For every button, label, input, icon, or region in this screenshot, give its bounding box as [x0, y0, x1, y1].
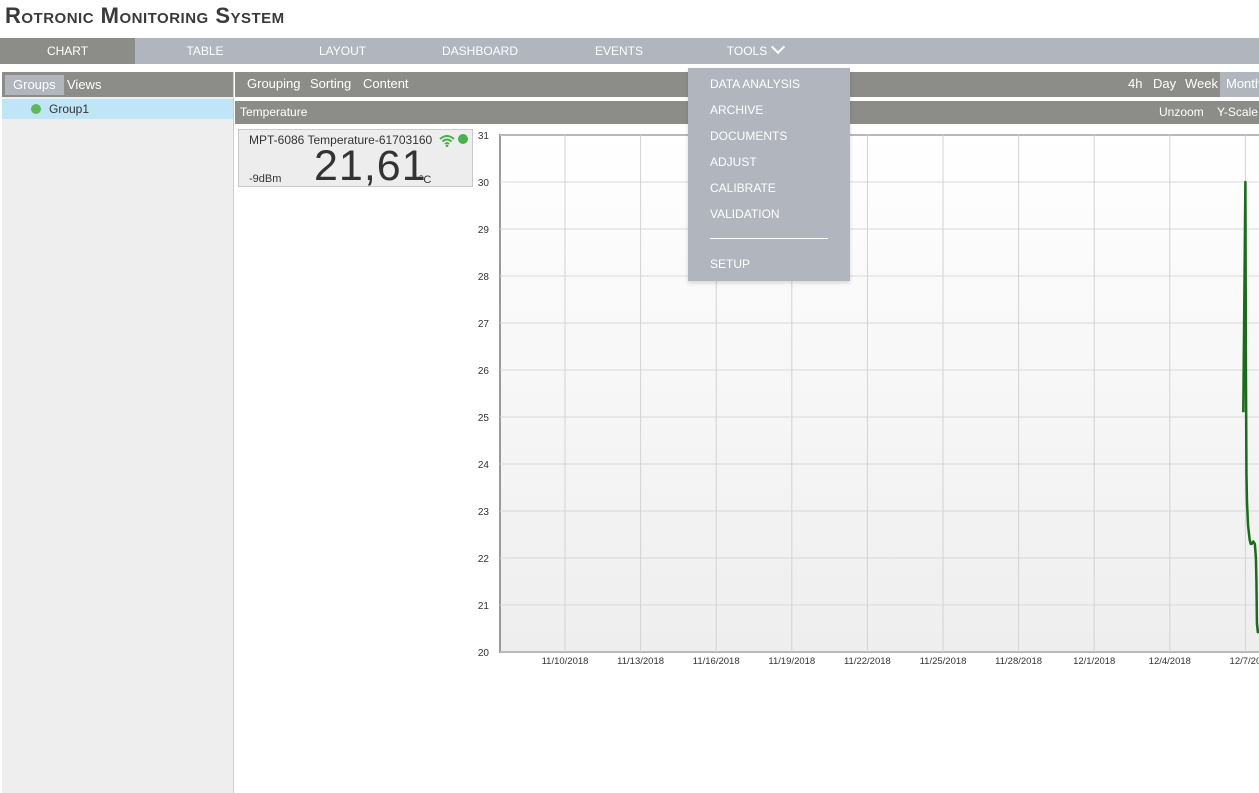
menu-item-adjust[interactable]: ADJUST: [710, 155, 757, 169]
sensor-unit: °C: [419, 174, 432, 186]
menu-item-validation[interactable]: VALIDATION: [710, 207, 780, 221]
x-tick-label: 11/28/2018: [995, 656, 1042, 667]
y-tick-label: 21: [478, 601, 490, 612]
nav-tab-events[interactable]: EVENTS: [585, 38, 653, 64]
group-status-icon: [31, 104, 41, 114]
chevron-down-icon: [771, 39, 786, 55]
nav-tab-chart[interactable]: CHART: [0, 38, 135, 64]
y-axis-ticks: 20 21 22 23 24 25 26 27 28 29 30 31: [478, 131, 490, 659]
x-tick-label: 11/10/2018: [542, 656, 589, 667]
y-tick-label: 30: [478, 178, 490, 189]
nav-tab-layout[interactable]: LAYOUT: [305, 38, 380, 64]
sensor-card[interactable]: MPT-6086 Temperature-61703160 -9dBm 21,6…: [238, 129, 473, 190]
x-tick-label: 11/16/2018: [693, 656, 740, 667]
tab-groups[interactable]: Groups: [5, 75, 64, 95]
group-item[interactable]: Group1: [2, 99, 233, 119]
nav-tab-dashboard[interactable]: DASHBOARD: [435, 38, 525, 64]
y-tick-label: 26: [478, 366, 490, 377]
y-tick-label: 23: [478, 507, 490, 518]
x-tick-label: 11/25/2018: [920, 656, 967, 667]
menu-divider: [710, 238, 828, 239]
tools-dropdown-menu: DATA ANALYSIS ARCHIVE DOCUMENTS ADJUST C…: [688, 68, 850, 281]
signal-strength: -9dBm: [249, 173, 282, 185]
chart-title: Temperature: [240, 105, 308, 119]
y-tick-label: 20: [478, 648, 490, 659]
plot-area: [499, 134, 1259, 653]
y-tick-label: 25: [478, 413, 490, 424]
range-4h-button[interactable]: 4h: [1128, 72, 1142, 97]
group-name: Group1: [49, 102, 90, 116]
x-tick-label: 11/13/2018: [617, 656, 664, 667]
menu-item-data-analysis[interactable]: DATA ANALYSIS: [710, 77, 800, 91]
y-tick-label: 29: [478, 225, 490, 236]
x-tick-label: 11/19/2018: [768, 656, 815, 667]
y-tick-label: 31: [478, 131, 490, 142]
y-tick-label: 24: [478, 460, 490, 471]
x-tick-label: 12/4/2018: [1149, 656, 1191, 667]
menu-item-setup[interactable]: SETUP: [710, 257, 750, 271]
x-tick-label: 12/7/20: [1230, 656, 1259, 667]
app-title: Rotronic Monitoring System: [5, 3, 285, 28]
sorting-button[interactable]: Sorting: [310, 72, 351, 97]
sensor-status-icon: [458, 134, 468, 144]
menu-item-archive[interactable]: ARCHIVE: [710, 103, 763, 117]
groups-panel: Groups Views Group1: [2, 72, 234, 793]
y-tick-label: 27: [478, 319, 490, 330]
x-axis-ticks: 11/10/2018 11/13/2018 11/16/2018 11/19/2018…: [542, 656, 1259, 667]
tab-views[interactable]: Views: [59, 75, 109, 95]
grouping-button[interactable]: Grouping: [247, 72, 300, 97]
x-tick-label: 11/22/2018: [844, 656, 891, 667]
unzoom-button[interactable]: Unzoom: [1159, 101, 1204, 124]
menu-item-documents[interactable]: DOCUMENTS: [710, 129, 787, 143]
sensor-value: 21,61: [314, 142, 427, 190]
temperature-chart[interactable]: 20 21 22 23 24 25 26 27 28 29 30 31 11/10/2018 11/13…: [470, 126, 1259, 671]
x-tick-label: 12/1/2018: [1073, 656, 1115, 667]
range-week-button[interactable]: Week: [1185, 72, 1218, 97]
nav-tab-tools[interactable]: TOOLS: [720, 38, 790, 64]
y-tick-label: 22: [478, 554, 490, 565]
wifi-icon: [439, 134, 455, 152]
groups-panel-tabs: Groups Views: [2, 72, 233, 97]
y-tick-label: 28: [478, 272, 490, 283]
nav-tab-tools-label: TOOLS: [726, 44, 768, 58]
content-button[interactable]: Content: [363, 72, 409, 97]
menu-item-calibrate[interactable]: CALIBRATE: [710, 181, 776, 195]
y-scale-button[interactable]: Y-Scale: [1217, 101, 1258, 124]
range-day-button[interactable]: Day: [1153, 72, 1176, 97]
main-nav: CHART TABLE LAYOUT DASHBOARD EVENTS TOOL…: [0, 38, 1259, 64]
range-month-button[interactable]: Month: [1220, 72, 1259, 97]
nav-tab-table[interactable]: TABLE: [170, 38, 240, 64]
